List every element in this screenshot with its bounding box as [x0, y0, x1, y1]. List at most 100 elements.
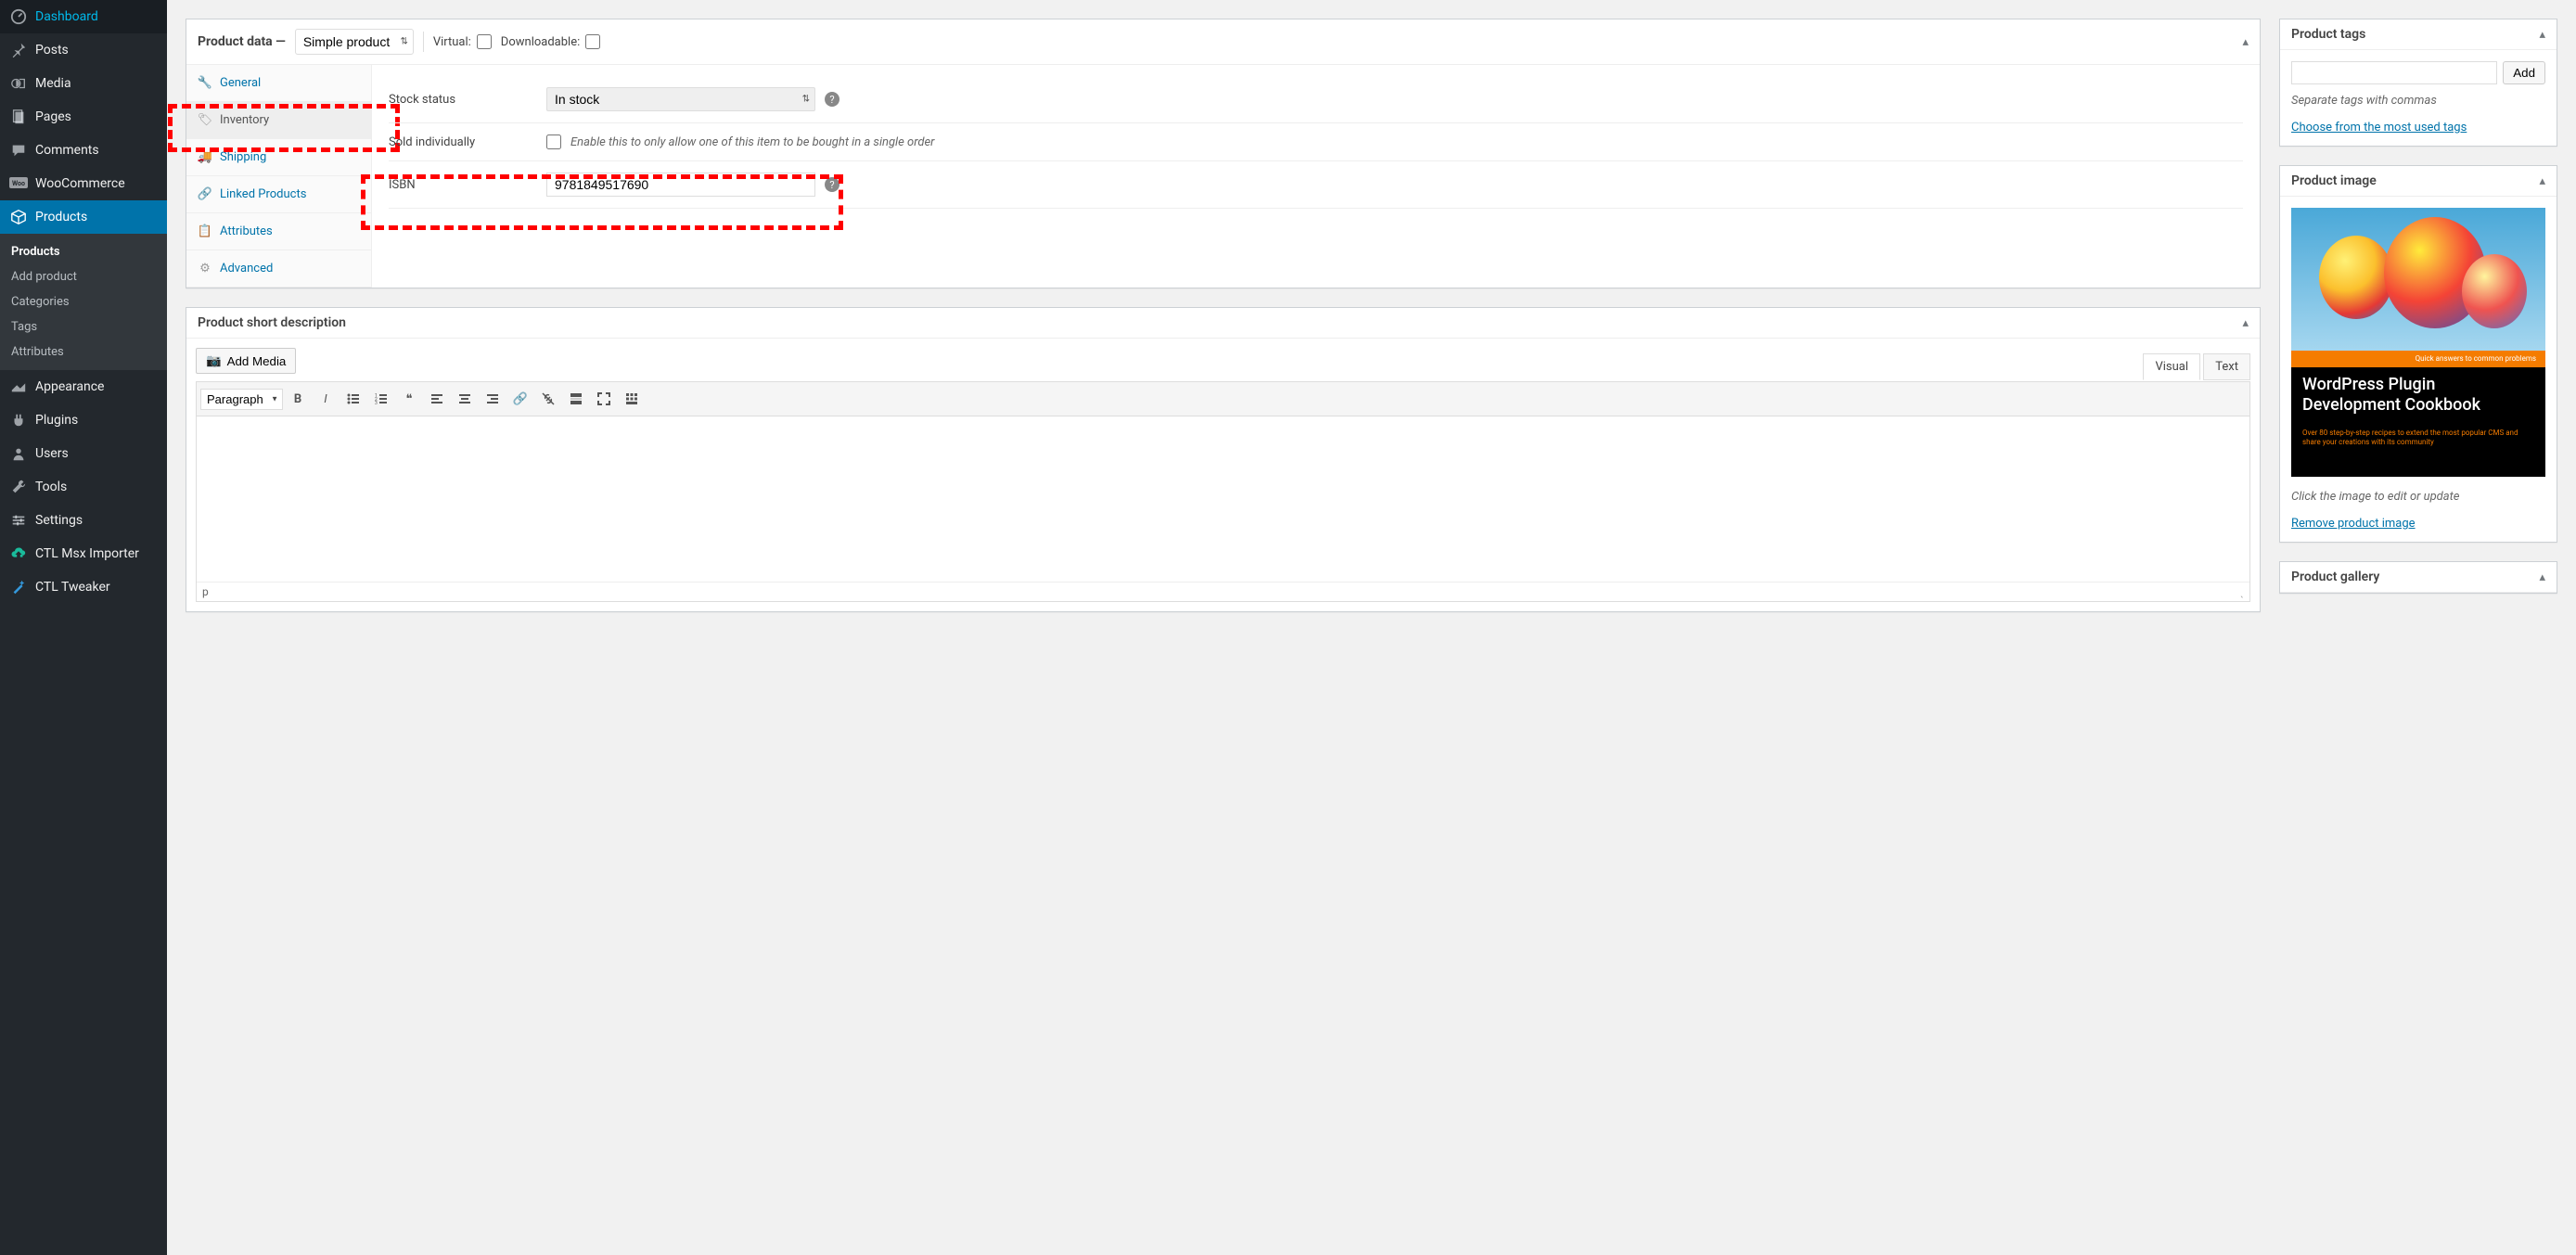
menu-posts[interactable]: Posts [0, 33, 167, 67]
isbn-label: ISBN [389, 178, 546, 192]
editor-path: p [202, 585, 209, 598]
product-image-title: Product image [2291, 173, 2377, 188]
menu-woocommerce[interactable]: Woo WooCommerce [0, 167, 167, 200]
product-image-thumb[interactable]: Quick answers to common problems WordPre… [2291, 208, 2545, 477]
submenu-add-product[interactable]: Add product [0, 264, 167, 289]
tag-icon: 🏷 [198, 113, 212, 127]
product-data-panel: Product data — Simple product Virtual: [186, 19, 2261, 288]
submenu-tags[interactable]: Tags [0, 314, 167, 339]
product-data-title: Product data — [198, 34, 286, 49]
submenu-products-list[interactable]: Products [0, 239, 167, 264]
image-hint: Click the image to edit or update [2291, 490, 2545, 504]
add-tag-button[interactable]: Add [2503, 61, 2545, 84]
row-sold-individually: Sold individually Enable this to only al… [389, 123, 2243, 161]
toolbar-toggle-button[interactable] [619, 386, 645, 412]
tab-linked-products[interactable]: 🔗 Linked Products [186, 176, 371, 213]
tag-input[interactable] [2291, 61, 2497, 84]
sold-individually-hint: Enable this to only allow one of this it… [570, 135, 934, 149]
italic-button[interactable]: I [313, 386, 339, 412]
cloud-upload-icon [9, 544, 28, 563]
product-tags-panel: Product tags ▴ Add Separate tags with co… [2279, 19, 2557, 147]
tab-attributes[interactable]: 📋 Attributes [186, 213, 371, 250]
menu-tools[interactable]: Tools [0, 470, 167, 504]
numbered-list-button[interactable]: 123 [368, 386, 394, 412]
tab-advanced[interactable]: ⚙ Advanced [186, 250, 371, 288]
product-data-tabs: 🔧 General 🏷 Inventory 🚚 Shipping [186, 65, 372, 288]
collapse-toggle[interactable]: ▴ [2539, 570, 2545, 584]
unlink-button[interactable] [535, 386, 561, 412]
format-select[interactable]: Paragraph [200, 389, 283, 410]
menu-users[interactable]: Users [0, 437, 167, 470]
submenu-categories[interactable]: Categories [0, 289, 167, 314]
sold-individually-label: Sold individually [389, 135, 546, 149]
collapse-toggle[interactable]: ▴ [2539, 174, 2545, 188]
add-media-button[interactable]: 📷 Add Media [196, 348, 296, 374]
menu-label: Tools [35, 480, 67, 494]
fullscreen-button[interactable] [591, 386, 617, 412]
add-media-label: Add Media [227, 354, 287, 368]
sold-individually-checkbox[interactable] [546, 134, 561, 149]
wand-icon [9, 578, 28, 596]
menu-label: CTL Msx Importer [35, 546, 139, 561]
collapse-toggle[interactable]: ▴ [2539, 28, 2545, 42]
book-subtitle: Over 80 step-by-step recipes to extend t… [2302, 429, 2534, 448]
downloadable-checkbox[interactable] [585, 34, 600, 49]
editor-tab-text[interactable]: Text [2203, 353, 2250, 380]
collapse-toggle[interactable]: ▴ [2242, 316, 2249, 330]
align-left-button[interactable] [424, 386, 450, 412]
collapse-toggle[interactable]: ▴ [2242, 35, 2249, 49]
tab-label: Inventory [220, 113, 269, 127]
remove-image-link[interactable]: Remove product image [2291, 517, 2416, 531]
bullet-list-button[interactable] [340, 386, 366, 412]
isbn-input[interactable] [546, 173, 815, 197]
bold-button[interactable]: B [285, 386, 311, 412]
virtual-label: Virtual: [433, 35, 471, 49]
menu-label: Media [35, 76, 71, 91]
menu-label: CTL Tweaker [35, 580, 110, 595]
align-center-button[interactable] [452, 386, 478, 412]
product-gallery-title: Product gallery [2291, 570, 2379, 584]
menu-products[interactable]: Products [0, 200, 167, 234]
link-button[interactable]: 🔗 [507, 386, 533, 412]
menu-ctl-msx-importer[interactable]: CTL Msx Importer [0, 537, 167, 570]
tab-shipping[interactable]: 🚚 Shipping [186, 139, 371, 176]
menu-ctl-tweaker[interactable]: CTL Tweaker [0, 570, 167, 604]
tab-general[interactable]: 🔧 General [186, 65, 371, 102]
dashboard-icon [9, 7, 28, 26]
virtual-checkbox-row: Virtual: [433, 34, 492, 49]
menu-media[interactable]: Media [0, 67, 167, 100]
product-type-select[interactable]: Simple product [295, 29, 414, 55]
align-right-button[interactable] [480, 386, 506, 412]
balloon-graphic [2319, 236, 2393, 319]
camera-icon: 📷 [206, 353, 222, 368]
menu-pages[interactable]: Pages [0, 100, 167, 134]
resize-handle[interactable]: ˎ [2240, 585, 2244, 598]
most-used-tags-link[interactable]: Choose from the most used tags [2291, 121, 2467, 134]
book-band: Quick answers to common problems [2291, 351, 2545, 367]
stock-status-select[interactable]: In stock [546, 87, 815, 111]
menu-label: Products [35, 210, 87, 224]
menu-label: Comments [35, 143, 99, 158]
menu-appearance[interactable]: Appearance [0, 370, 167, 403]
truck-icon: 🚚 [198, 150, 212, 164]
menu-dashboard[interactable]: Dashboard [0, 0, 167, 33]
virtual-checkbox[interactable] [477, 34, 492, 49]
menu-comments[interactable]: Comments [0, 134, 167, 167]
submenu-attributes[interactable]: Attributes [0, 339, 167, 365]
editor-content[interactable]: p ˎ [196, 416, 2250, 602]
editor-tab-visual[interactable]: Visual [2143, 353, 2200, 380]
menu-label: Dashboard [35, 9, 98, 24]
tab-inventory[interactable]: 🏷 Inventory [186, 102, 371, 139]
menu-plugins[interactable]: Plugins [0, 403, 167, 437]
help-icon[interactable]: ? [825, 177, 839, 192]
help-icon[interactable]: ? [825, 92, 839, 107]
tab-label: Attributes [220, 224, 273, 238]
balloon-graphic [2462, 254, 2527, 328]
tab-label: Advanced [220, 262, 273, 275]
menu-settings[interactable]: Settings [0, 504, 167, 537]
downloadable-checkbox-row: Downloadable: [501, 34, 600, 49]
read-more-button[interactable] [563, 386, 589, 412]
menu-label: Pages [35, 109, 71, 124]
blockquote-button[interactable]: ❝ [396, 386, 422, 412]
woo-icon: Woo [9, 174, 28, 193]
